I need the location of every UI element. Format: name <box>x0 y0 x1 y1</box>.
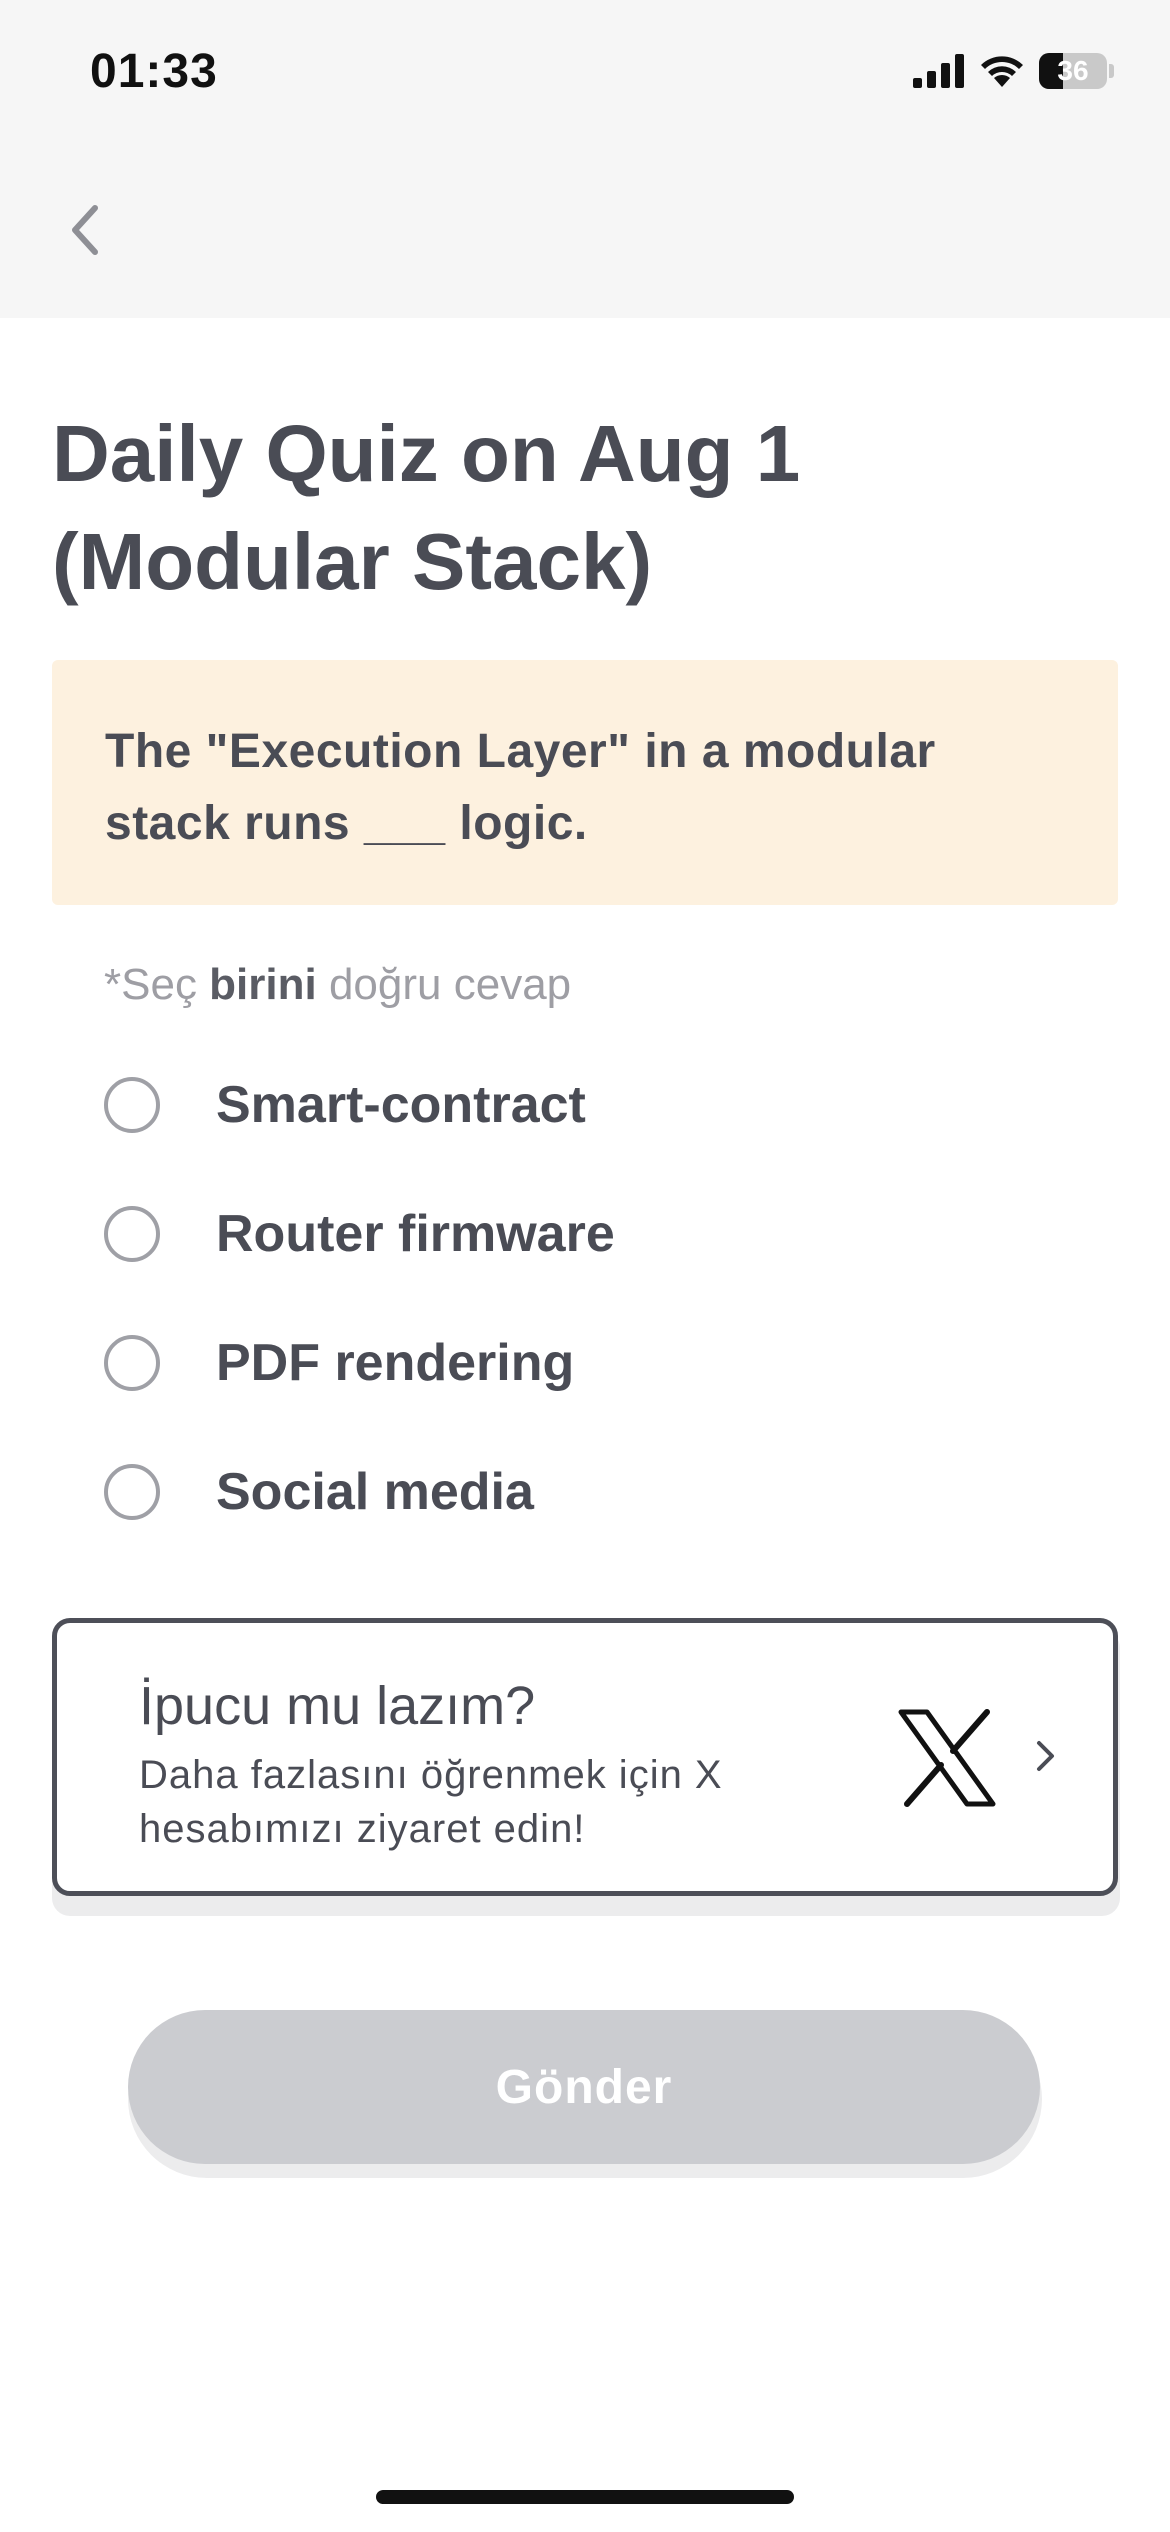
question-text: The "Execution Layer" in a modular stack… <box>105 725 936 850</box>
option-label: Smart-contract <box>216 1075 586 1134</box>
chevron-right-icon <box>1037 1741 1054 1771</box>
radio-button[interactable] <box>104 1334 160 1391</box>
wifi-icon <box>981 56 1023 87</box>
battery-cap <box>1109 64 1114 78</box>
cellular-signal-icon <box>913 54 964 88</box>
x-logo-icon <box>898 1709 996 1807</box>
answer-option-smart-contract[interactable]: Smart-contract <box>104 1040 1104 1169</box>
status-time: 01:33 <box>90 45 218 98</box>
option-label: Social media <box>216 1462 534 1521</box>
hint-card-title: İpucu mu lazım? <box>139 1676 536 1736</box>
instruction-suffix: doğru cevap <box>316 960 572 1009</box>
option-label: PDF rendering <box>216 1333 575 1392</box>
answer-option-pdf-rendering[interactable]: PDF rendering <box>104 1298 1104 1427</box>
battery-icon: 36 <box>1039 53 1107 89</box>
home-indicator <box>376 2490 794 2504</box>
submit-button[interactable]: Gönder <box>128 2010 1040 2164</box>
instruction-emphasis: birini <box>209 960 317 1009</box>
status-icons: 36 <box>913 50 1114 92</box>
answer-instruction: *Seç birini doğru cevap <box>104 960 571 1010</box>
navigation-bar <box>0 150 1170 318</box>
back-button[interactable] <box>50 195 120 265</box>
chevron-left-icon <box>72 205 98 255</box>
radio-button[interactable] <box>104 1205 160 1262</box>
instruction-prefix: *Seç <box>104 960 210 1009</box>
answer-option-social-media[interactable]: Social media <box>104 1427 1104 1556</box>
option-label: Router firmware <box>216 1204 615 1263</box>
radio-button[interactable] <box>104 1076 160 1133</box>
status-bar: 01:33 36 <box>0 0 1170 150</box>
hint-card-subtitle: Daha fazlasını öğrenmek için X hesabımız… <box>139 1753 723 1851</box>
answer-options: Smart-contract Router firmware PDF rende… <box>104 1040 1104 1556</box>
answer-option-router-firmware[interactable]: Router firmware <box>104 1169 1104 1298</box>
radio-button[interactable] <box>104 1463 160 1520</box>
quiz-title: Daily Quiz on Aug 1 (Modular Stack) <box>52 409 801 606</box>
battery-percentage: 36 <box>1057 55 1089 86</box>
hint-card-x-link[interactable]: İpucu mu lazım? Daha fazlasını öğrenmek … <box>52 1618 1118 1896</box>
question-box: The "Execution Layer" in a modular stack… <box>52 660 1118 905</box>
